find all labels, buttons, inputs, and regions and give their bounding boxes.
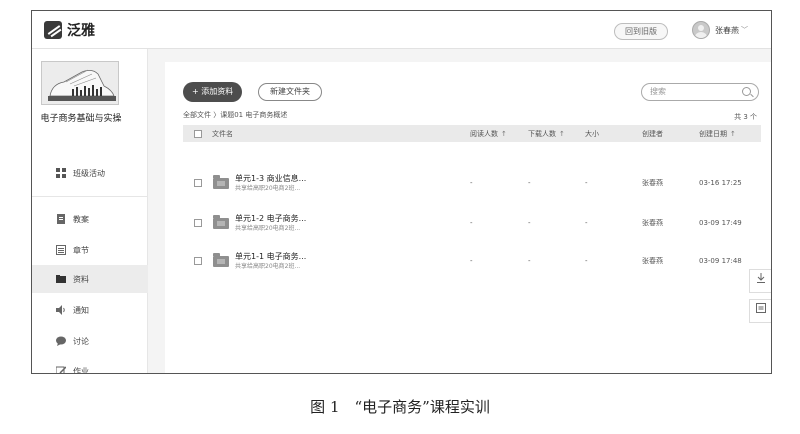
file-share-info: 共享给高职20电商2班...: [235, 263, 301, 270]
downloads-value: -: [528, 257, 531, 265]
downloads-value: -: [528, 179, 531, 187]
file-count: 共 3 个: [734, 113, 757, 121]
edit-icon: [55, 366, 67, 373]
course-title: 电子商务基础与实操: [40, 114, 122, 124]
row-checkbox[interactable]: [194, 257, 202, 265]
sidebar-item-label: 讨论: [73, 336, 89, 346]
avatar[interactable]: [692, 21, 710, 39]
app-window: 泛雅 回到旧版 张春燕 ﹀ 电子商务基础与实操 班级活动 教案 章节 资料 通知…: [31, 10, 772, 374]
download-float-button[interactable]: [749, 269, 771, 293]
header-creator: 创建者: [642, 129, 663, 138]
folder-icon: [213, 214, 229, 229]
views-value: -: [470, 219, 473, 227]
folder-icon: [213, 174, 229, 189]
header-downloads[interactable]: 下载人数 ↑: [528, 125, 565, 142]
sidebar-item-chapters[interactable]: 章节: [32, 236, 148, 264]
sidebar-item-label: 通知: [73, 305, 89, 315]
table-row[interactable]: 单元1-1 电子商务... 共享给高职20电商2班... - - - 张春燕 0…: [183, 244, 761, 278]
chevron-down-icon: ﹀: [741, 26, 748, 34]
views-value: -: [470, 179, 473, 187]
main-content: + 添加资料 新建文件夹 搜索 全部文件 〉课题01 电子商务概述 共 3 个 …: [148, 49, 771, 373]
sidebar-item-lesson-plan[interactable]: 教案: [32, 205, 148, 233]
date-value: 03-09 17:49: [699, 219, 742, 227]
table-row[interactable]: 单元1-3 商业信息... 共享给高职20电商2班... - - - 张春燕 0…: [183, 166, 761, 200]
search-input[interactable]: 搜索: [641, 83, 759, 101]
sort-icon: ↑: [730, 129, 736, 138]
back-to-old-version-button[interactable]: 回到旧版: [614, 23, 668, 40]
list-icon: [56, 245, 66, 255]
sneaker-illustration: [42, 62, 118, 104]
select-all-checkbox[interactable]: [194, 129, 202, 138]
size-value: -: [585, 179, 588, 187]
add-material-button[interactable]: + 添加资料: [183, 82, 243, 102]
sidebar-item-label: 章节: [73, 245, 89, 255]
folder-icon: [213, 252, 229, 267]
sidebar-item-discussion[interactable]: 讨论: [32, 327, 148, 355]
sidebar-item-notices[interactable]: 通知: [32, 296, 148, 324]
size-value: -: [585, 219, 588, 227]
download-icon: [756, 273, 765, 283]
header-name: 文件名: [212, 129, 233, 138]
header-views[interactable]: 阅读人数 ↑: [470, 125, 507, 142]
grid-icon: [56, 168, 66, 178]
logo-icon: [44, 21, 62, 39]
views-value: -: [470, 257, 473, 265]
user-name: 张春燕: [715, 25, 739, 35]
sidebar: 电子商务基础与实操 班级活动 教案 章节 资料 通知 讨论 作业: [32, 49, 148, 374]
file-name[interactable]: 单元1-2 电子商务...: [235, 213, 306, 224]
sidebar-item-homework[interactable]: 作业: [32, 357, 148, 374]
feedback-float-button[interactable]: [749, 299, 771, 323]
header-date[interactable]: 创建日期 ↑: [699, 125, 736, 142]
materials-panel: + 添加资料 新建文件夹 搜索 全部文件 〉课题01 电子商务概述 共 3 个 …: [165, 62, 771, 373]
file-share-info: 共享给高职20电商2班...: [235, 185, 301, 192]
sidebar-item-label: 教案: [73, 214, 89, 224]
user-menu[interactable]: 张春燕 ﹀: [692, 21, 748, 39]
table-row[interactable]: 单元1-2 电子商务... 共享给高职20电商2班... - - - 张春燕 0…: [183, 206, 761, 240]
row-checkbox[interactable]: [194, 179, 202, 187]
sidebar-item-class-activity[interactable]: 班级活动: [32, 159, 148, 187]
file-share-info: 共享给高职20电商2班...: [235, 225, 301, 232]
sidebar-item-label: 资料: [73, 274, 89, 284]
creator-value: 张春燕: [642, 257, 663, 265]
search-placeholder: 搜索: [650, 87, 666, 96]
date-value: 03-09 17:48: [699, 257, 742, 265]
new-folder-button[interactable]: 新建文件夹: [258, 83, 322, 101]
file-name[interactable]: 单元1-3 商业信息...: [235, 173, 306, 184]
chat-icon: [56, 336, 66, 346]
date-value: 03-16 17:25: [699, 179, 742, 187]
logo[interactable]: 泛雅: [44, 20, 95, 40]
speaker-icon: [56, 305, 66, 315]
downloads-value: -: [528, 219, 531, 227]
figure-caption: 图 1 “电子商务”课程实训: [310, 398, 490, 416]
table-header: 文件名 阅读人数 ↑ 下载人数 ↑ 大小 创建者 创建日期 ↑: [183, 125, 761, 142]
divider: [32, 196, 148, 197]
search-icon[interactable]: [742, 87, 751, 96]
feedback-icon: [755, 303, 766, 313]
size-value: -: [585, 257, 588, 265]
sidebar-item-materials[interactable]: 资料: [32, 265, 148, 293]
creator-value: 张春燕: [642, 179, 663, 187]
creator-value: 张春燕: [642, 219, 663, 227]
file-name[interactable]: 单元1-1 电子商务...: [235, 251, 306, 262]
sidebar-item-label: 作业: [73, 366, 89, 374]
logo-text: 泛雅: [67, 23, 95, 39]
folder-icon: [56, 274, 66, 284]
sort-icon: ↑: [501, 129, 507, 138]
course-cover-image: [41, 61, 119, 105]
header-size: 大小: [585, 129, 599, 138]
sidebar-item-label: 班级活动: [73, 168, 105, 178]
top-bar: 泛雅 回到旧版 张春燕 ﹀: [32, 11, 771, 49]
sort-icon: ↑: [559, 129, 565, 138]
breadcrumb[interactable]: 全部文件 〉课题01 电子商务概述: [183, 110, 287, 120]
doc-icon: [56, 214, 66, 224]
row-checkbox[interactable]: [194, 219, 202, 227]
